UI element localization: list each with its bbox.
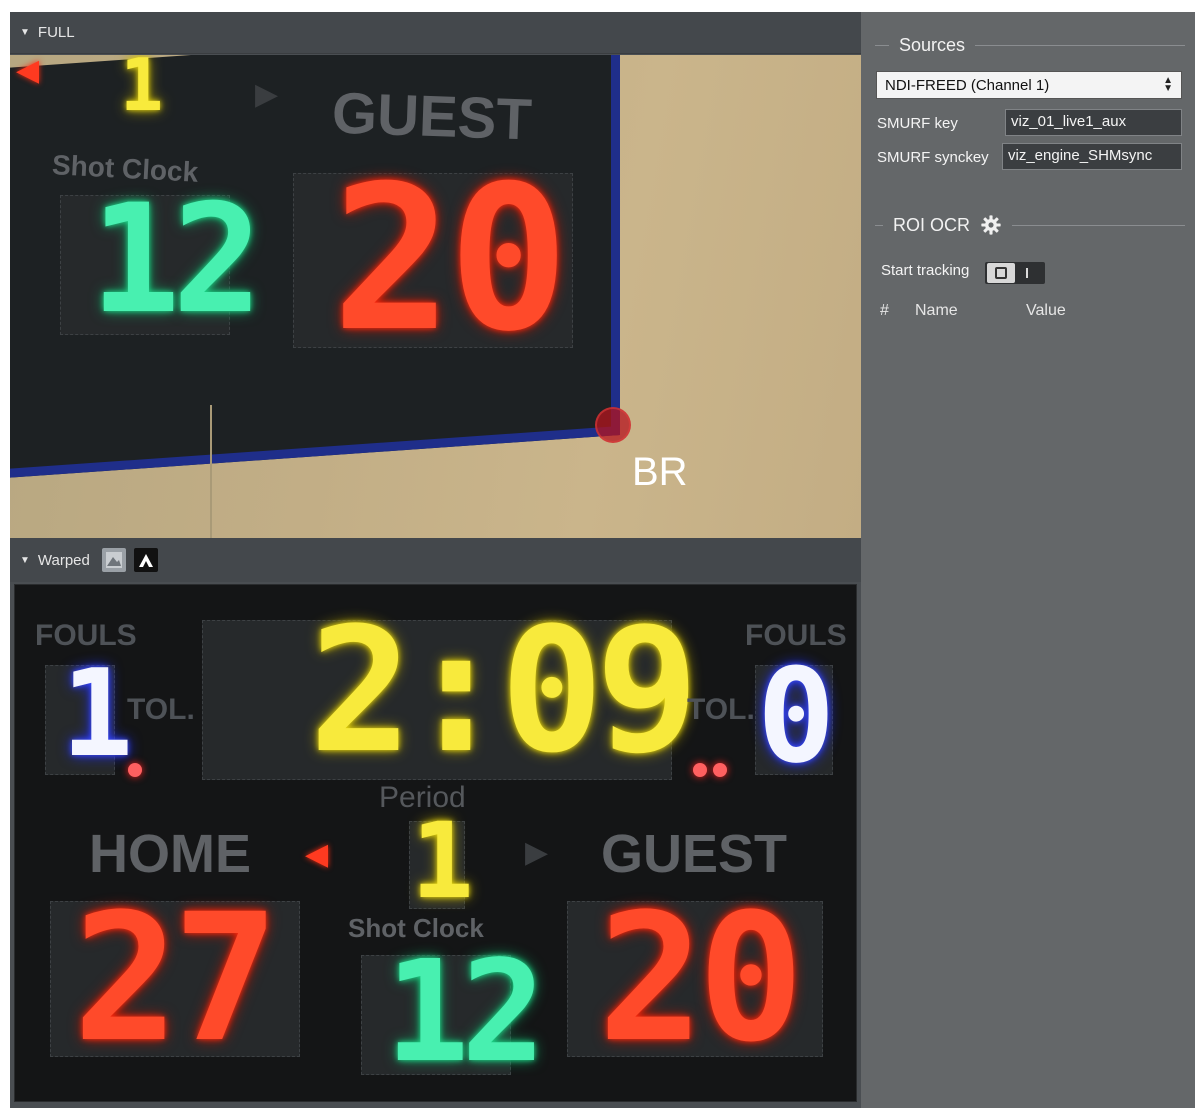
select-arrows-icon: ▲ ▼: [1163, 75, 1173, 94]
full-panel-label: FULL: [37, 24, 75, 41]
image-view-icon[interactable]: [101, 548, 126, 572]
possession-arrow-dim-icon: ▶: [255, 78, 279, 111]
smurf-key-label: SMURF key: [877, 115, 958, 132]
possession-arrow-left-icon: ◀: [305, 838, 329, 871]
game-clock-value: 2:09: [309, 590, 699, 791]
start-tracking-label: Start tracking: [881, 262, 970, 279]
sources-section-title: Sources: [875, 34, 1185, 56]
period-value: 1: [411, 800, 474, 922]
timeout-right-indicator-1: [693, 763, 707, 777]
source-select-value: NDI-FREED (Channel 1): [885, 76, 1050, 94]
gear-icon[interactable]: [980, 214, 1002, 236]
viewer-column: ▼ FULL ◀ 1 ▶ GUEST Shot Clock 12 20 BR ▼…: [10, 12, 861, 1108]
divider: [875, 224, 883, 226]
warped-panel-header[interactable]: ▼ Warped: [10, 538, 861, 582]
divider: [1012, 224, 1185, 226]
column-header-index: #: [880, 302, 889, 319]
smurf-synckey-input[interactable]: viz_engine_SHMsync: [1002, 143, 1182, 170]
timeout-left-indicator: [128, 763, 142, 777]
source-select[interactable]: NDI-FREED (Channel 1) ▲ ▼: [876, 71, 1182, 99]
warped-camera-view[interactable]: FOULS 1 TOL. 2:09 TOL. FOULS 0 Period 1 …: [14, 584, 857, 1102]
smurf-synckey-label: SMURF synckey: [877, 149, 989, 166]
toggle-off-mark: [1026, 268, 1028, 278]
fouls-right-value: 0: [757, 640, 836, 792]
full-guest-score: 20: [332, 143, 569, 376]
divider: [975, 44, 1185, 46]
timeout-right-indicator-2: [713, 763, 727, 777]
possession-arrow-right-icon: ▶: [525, 836, 549, 869]
collapse-triangle-icon[interactable]: ▼: [20, 27, 30, 38]
column-header-name: Name: [915, 302, 958, 319]
fouls-left-value: 1: [61, 645, 134, 784]
full-period-value: 1: [120, 55, 164, 127]
full-panel-header[interactable]: ▼ FULL: [10, 12, 861, 54]
possession-arrow-icon: ◀: [16, 55, 40, 87]
guest-score: 20: [598, 876, 804, 1081]
smurf-key-input[interactable]: viz_01_live1_aux: [1005, 109, 1182, 136]
wall-seam: [210, 405, 212, 538]
tol-right-label: TOL.: [687, 693, 755, 726]
app-window: ▼ FULL ◀ 1 ▶ GUEST Shot Clock 12 20 BR ▼…: [0, 0, 1200, 1113]
sources-title-text: Sources: [899, 34, 966, 55]
home-score: 27: [73, 876, 279, 1081]
column-header-value: Value: [1026, 302, 1066, 319]
shot-clock-value: 12: [385, 931, 546, 1094]
divider: [875, 44, 889, 46]
full-shot-clock-value: 12: [90, 173, 263, 347]
corner-marker-br[interactable]: [595, 407, 631, 443]
full-camera-view[interactable]: ◀ 1 ▶ GUEST Shot Clock 12 20 BR: [10, 55, 861, 538]
warped-panel-label: Warped: [37, 551, 90, 569]
collapse-triangle-icon[interactable]: ▼: [20, 555, 30, 566]
settings-panel: Sources NDI-FREED (Channel 1) ▲ ▼ SMURF k…: [861, 12, 1195, 1108]
start-tracking-toggle[interactable]: [985, 262, 1045, 284]
contrast-view-icon[interactable]: [133, 548, 158, 572]
roi-ocr-title-text: ROI OCR: [893, 214, 971, 235]
roi-ocr-section-title: ROI OCR: [875, 214, 1185, 236]
corner-label-br: BR: [632, 450, 688, 494]
camera-toggle-icon: [987, 263, 1015, 283]
tol-left-label: TOL.: [127, 693, 195, 726]
